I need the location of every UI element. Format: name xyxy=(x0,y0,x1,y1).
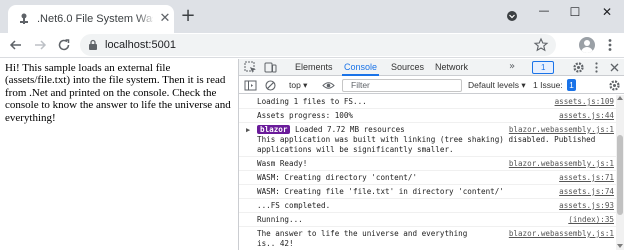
back-arrow-icon[interactable] xyxy=(8,37,24,53)
console-message-text: The answer to life the universe and ever… xyxy=(257,229,468,248)
expand-caret-icon[interactable]: ▶ xyxy=(246,125,250,135)
browser-tab[interactable]: .Net6.0 File System Wasm Sample ✕ xyxy=(8,5,174,33)
console-message-text: Assets progress: 100% xyxy=(257,111,354,120)
console-message-text: WASM: Creating file 'file.txt' in direct… xyxy=(257,187,504,196)
settings-gear-icon[interactable] xyxy=(572,61,585,74)
console-settings-gear-icon[interactable] xyxy=(608,79,621,92)
console-source-link[interactable]: blazor.webassembly.js:1 xyxy=(509,125,614,135)
devtools-tab-console[interactable]: Console xyxy=(342,59,380,76)
console-message-text: Wasm Ready! xyxy=(257,159,308,168)
devtools-tab-sources[interactable]: Sources xyxy=(389,59,426,76)
console-message: WASM: Creating file 'file.txt' in direct… xyxy=(239,185,616,199)
console-filter-bar: top ▾ Filter Default levels ▾ 1 Issue: 1 xyxy=(239,77,624,94)
reload-icon[interactable] xyxy=(56,37,72,53)
tab-search-icon[interactable] xyxy=(506,11,518,21)
page-viewport: Hi! This sample loads an external file (… xyxy=(0,59,238,250)
console-message: WASM: Creating directory 'content/' asse… xyxy=(239,171,616,185)
console-source-link[interactable]: assets.js:74 xyxy=(559,187,614,197)
forward-arrow-icon[interactable] xyxy=(32,37,48,53)
minimize-button[interactable]: — xyxy=(534,5,554,19)
console-source-link[interactable]: assets.js:109 xyxy=(555,97,614,107)
scroll-up-arrow-icon[interactable] xyxy=(617,96,623,100)
person-icon xyxy=(581,40,593,53)
console-source-link[interactable]: assets.js:71 xyxy=(559,173,614,183)
scroll-down-arrow-icon[interactable] xyxy=(617,244,623,248)
log-levels-dropdown[interactable]: Default levels ▾ xyxy=(468,80,526,91)
console-filter-input[interactable]: Filter xyxy=(342,79,462,92)
inspect-element-icon[interactable] xyxy=(244,61,257,74)
browser-toolbar: localhost:5001 xyxy=(0,33,624,58)
more-tabs-button[interactable]: » xyxy=(509,59,515,75)
live-expression-eye-icon[interactable] xyxy=(322,79,335,92)
bookmark-star-icon[interactable] xyxy=(533,37,549,53)
console-source-link[interactable]: assets.js:44 xyxy=(559,111,614,121)
console-message: ...FS completed. assets.js:93 xyxy=(239,199,616,213)
console-source-link[interactable]: assets.js:93 xyxy=(559,201,614,211)
context-selector[interactable]: top ▾ xyxy=(289,80,307,91)
profile-avatar[interactable] xyxy=(579,37,595,53)
console-message: Wasm Ready! blazor.webassembly.js:1 xyxy=(239,157,616,171)
browser-menu-icon[interactable] xyxy=(603,37,617,53)
issues-label: 1 Issue: xyxy=(533,80,563,90)
issues-button[interactable]: 1 Issue: 1 xyxy=(533,79,576,91)
console-source-link[interactable]: (index):35 xyxy=(568,215,614,225)
close-window-button[interactable]: ✕ xyxy=(597,5,617,19)
console-message: Assets progress: 100% assets.js:44 xyxy=(239,109,616,123)
new-tab-button[interactable]: + xyxy=(180,7,196,25)
console-message-text: Running... xyxy=(257,215,303,224)
console-message: Running... (index):35 xyxy=(239,213,616,227)
maximize-button[interactable]: ☐ xyxy=(565,5,585,19)
console-message-text: ...FS completed. xyxy=(257,201,331,210)
favicon-icon xyxy=(20,13,28,24)
devtools-tab-elements[interactable]: Elements xyxy=(293,59,335,76)
tab-close-icon[interactable]: ✕ xyxy=(158,12,172,26)
device-toolbar-icon[interactable] xyxy=(264,61,277,74)
console-source-link[interactable]: blazor.webassembly.js:1 xyxy=(509,159,614,169)
issues-badge[interactable]: 1 xyxy=(532,61,554,74)
console-output[interactable]: Loading 1 files to FS... assets.js:109 A… xyxy=(239,95,616,250)
close-devtools-icon[interactable] xyxy=(608,61,621,74)
console-message-text: WASM: Creating directory 'content/' xyxy=(257,173,418,182)
console-message-text: Loading 1 files to FS... xyxy=(257,97,367,106)
sidebar-toggle-icon[interactable] xyxy=(244,79,257,92)
tab-title-fade xyxy=(136,9,156,27)
devtools-panel: Elements Console Sources Network » 1 top… xyxy=(238,59,624,250)
blazor-badge: blazor xyxy=(257,125,291,134)
page-body-text: Hi! This sample loads an external file (… xyxy=(5,62,231,124)
console-message: Loading 1 files to FS... assets.js:109 xyxy=(239,95,616,109)
scrollbar-thumb[interactable] xyxy=(617,135,623,215)
tab-strip: .Net6.0 File System Wasm Sample ✕ + — ☐ … xyxy=(0,0,624,33)
devtools-tab-network[interactable]: Network xyxy=(433,59,470,76)
devtools-menu-icon[interactable] xyxy=(590,61,603,74)
lock-icon[interactable] xyxy=(88,39,98,51)
issues-count-badge: 1 xyxy=(567,79,576,91)
console-source-link[interactable]: blazor.webassembly.js:1 xyxy=(509,229,614,239)
url-text[interactable]: localhost:5001 xyxy=(105,38,176,52)
console-scrollbar[interactable] xyxy=(616,95,624,250)
console-message-group: ▶ blazor Loaded 7.72 MB resources This a… xyxy=(239,123,616,157)
clear-console-icon[interactable] xyxy=(264,79,277,92)
devtools-tab-bar: Elements Console Sources Network » 1 xyxy=(239,59,624,76)
address-bar[interactable]: localhost:5001 xyxy=(80,34,556,56)
console-message: The answer to life the universe and ever… xyxy=(239,227,616,250)
